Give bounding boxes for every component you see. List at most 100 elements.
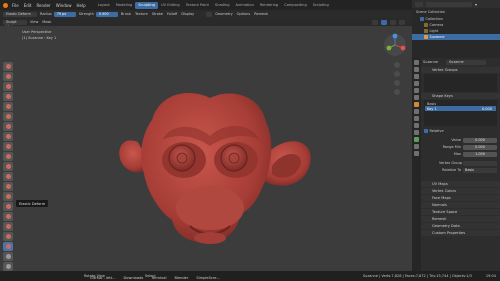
inflate-tool[interactable]: [3, 112, 13, 121]
value-field[interactable]: 0.000: [463, 137, 497, 143]
smooth-tool[interactable]: [3, 142, 13, 151]
outliner-display-mode[interactable]: [415, 1, 423, 7]
modifiers-tab-icon[interactable]: [414, 109, 419, 114]
view-menu[interactable]: View: [30, 20, 38, 24]
menu-file[interactable]: File: [12, 3, 19, 8]
thumb-tool[interactable]: [3, 212, 13, 221]
scene-tab-icon[interactable]: [414, 88, 419, 93]
flatten-tool[interactable]: [3, 152, 13, 161]
vertex-groups-section[interactable]: Vertex Groups: [421, 67, 500, 73]
particles-tab-icon[interactable]: [414, 116, 419, 121]
tab-uv-editing[interactable]: UV Editing: [158, 2, 183, 9]
tab-scripting[interactable]: Scripting: [310, 2, 332, 9]
scrape-tool[interactable]: [3, 172, 13, 181]
box-mask-tool[interactable]: [3, 262, 13, 271]
blob-tool[interactable]: [3, 122, 13, 131]
fill-tool[interactable]: [3, 162, 13, 171]
zoom-icon[interactable]: [394, 62, 400, 68]
menu-help[interactable]: Help: [76, 3, 85, 8]
task-simplescreen[interactable]: SimpleScre...: [196, 276, 220, 280]
uv-maps-section[interactable]: UV Maps: [421, 181, 500, 187]
vertex-group-field[interactable]: [463, 160, 497, 166]
face-maps-section[interactable]: Face Maps: [421, 195, 500, 201]
wireframe-shading-button[interactable]: [372, 19, 378, 25]
stroke-menu[interactable]: Stroke: [152, 12, 163, 16]
brush-selector[interactable]: Elastic Deform: [3, 11, 37, 17]
texture-menu[interactable]: Texture: [135, 12, 148, 16]
range-min-field[interactable]: 0.000: [463, 144, 497, 150]
mesh-data-tab-icon[interactable]: [414, 137, 419, 142]
task-github[interactable]: GitHub - lett...: [90, 276, 116, 280]
world-tab-icon[interactable]: [414, 95, 419, 100]
snake-hook-tool[interactable]: [3, 202, 13, 211]
max-field[interactable]: 1.000: [463, 151, 497, 157]
physics-tab-icon[interactable]: [414, 123, 419, 128]
blender-logo-icon[interactable]: [3, 2, 8, 8]
texture-tab-icon[interactable]: [414, 151, 419, 156]
tab-texture-paint[interactable]: Texture Paint: [183, 2, 212, 9]
clay-tool[interactable]: [3, 82, 13, 91]
falloff-menu[interactable]: Falloff: [167, 12, 177, 16]
solid-shading-button[interactable]: [381, 19, 387, 25]
options-menu[interactable]: Options: [237, 12, 251, 16]
geometry-data-section[interactable]: Geometry Data: [421, 223, 500, 229]
nudge-tool[interactable]: [3, 232, 13, 241]
vertex-groups-list[interactable]: [424, 74, 497, 92]
tab-modeling[interactable]: Modeling: [113, 2, 135, 9]
tab-shading[interactable]: Shading: [212, 2, 233, 9]
output-tab-icon[interactable]: [414, 74, 419, 79]
data-name-field[interactable]: Suzanne: [446, 59, 487, 65]
pinch-tool[interactable]: [3, 182, 13, 191]
outliner-search[interactable]: [426, 1, 472, 7]
crease-tool[interactable]: [3, 132, 13, 141]
task-blender[interactable]: Blender: [174, 276, 188, 280]
material-tab-icon[interactable]: [414, 144, 419, 149]
draw-sharp-tool[interactable]: [3, 72, 13, 81]
symmetry-x-toggle[interactable]: [206, 11, 213, 17]
rendered-shading-button[interactable]: [399, 19, 405, 25]
tab-layout[interactable]: Layout: [95, 2, 113, 9]
shape-keys-section[interactable]: Shape Keys: [421, 93, 500, 99]
shape-key-value[interactable]: 0.000: [482, 107, 492, 111]
tool-tab-icon[interactable]: [414, 60, 419, 65]
vertex-colors-section[interactable]: Vertex Colors: [421, 188, 500, 194]
task-downloads[interactable]: Downloads: [124, 276, 144, 280]
layer-tool[interactable]: [3, 102, 13, 111]
pan-icon[interactable]: [394, 71, 400, 77]
menu-window[interactable]: Window: [56, 3, 72, 8]
grid-icon[interactable]: [394, 89, 400, 95]
menu-edit[interactable]: Edit: [24, 3, 32, 8]
texture-space-section[interactable]: Texture Space: [421, 209, 500, 215]
camera-view-icon[interactable]: [394, 80, 400, 86]
collection-checkbox-icon[interactable]: [420, 17, 424, 21]
brush-menu[interactable]: Brush: [121, 12, 131, 16]
menu-render[interactable]: Render: [36, 3, 50, 8]
relative-checkbox-icon[interactable]: [424, 129, 428, 133]
remesh-section[interactable]: Remesh: [421, 216, 500, 222]
render-tab-icon[interactable]: [414, 67, 419, 72]
tab-animation[interactable]: Animation: [233, 2, 257, 9]
remesh-menu[interactable]: Remesh: [254, 12, 268, 16]
radius-field[interactable]: 79 px: [53, 11, 76, 17]
strength-field[interactable]: 0.500: [95, 11, 118, 17]
constraints-tab-icon[interactable]: [414, 130, 419, 135]
mask-tool[interactable]: [3, 252, 13, 261]
mode-selector[interactable]: Sculpt Mode: [3, 19, 27, 29]
grab-tool[interactable]: [3, 192, 13, 201]
3d-viewport[interactable]: User Perspective (1) Suzanne : Key 1 Ela…: [0, 26, 412, 281]
relative-toggle[interactable]: Relative: [424, 128, 497, 134]
tab-rendering[interactable]: Rendering: [257, 2, 281, 9]
navigation-gizmo[interactable]: [382, 32, 408, 58]
tab-compositing[interactable]: Compositing: [281, 2, 310, 9]
outliner-row-suzanne[interactable]: Suzanne: [412, 34, 500, 40]
filter-icon[interactable]: ▾: [475, 2, 477, 7]
custom-properties-section[interactable]: Custom Properties: [421, 230, 500, 236]
pose-tool[interactable]: [3, 222, 13, 231]
task-terminal[interactable]: Terminal: [151, 276, 166, 280]
draw-brush-tool[interactable]: [3, 62, 13, 71]
display-menu[interactable]: Display: [181, 12, 194, 16]
relative-to-field[interactable]: Basis: [463, 167, 497, 173]
normals-section[interactable]: Normals: [421, 202, 500, 208]
clay-strips-tool[interactable]: [3, 92, 13, 101]
geometry-menu[interactable]: Geometry: [215, 12, 232, 16]
